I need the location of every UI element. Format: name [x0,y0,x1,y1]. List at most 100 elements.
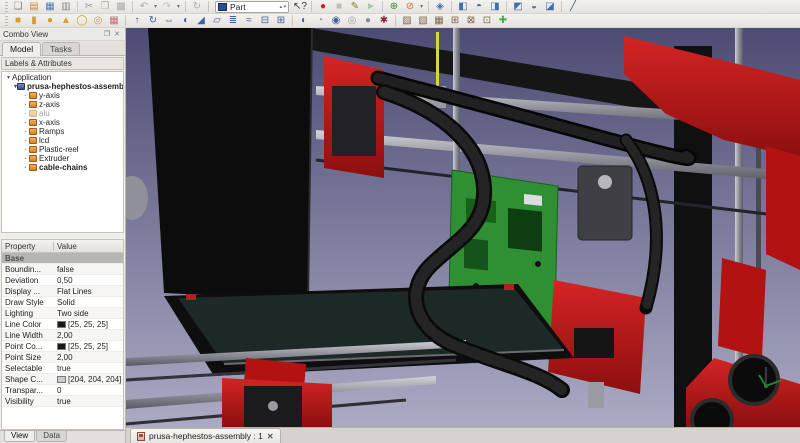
close-panel-icon[interactable]: ✕ [112,30,122,38]
3d-viewport[interactable] [126,28,800,427]
undo-icon[interactable]: ↶ [136,0,152,13]
sweep-icon[interactable]: ≈ [241,14,257,27]
property-value[interactable]: true [54,397,123,406]
redo-icon[interactable]: ↷ [159,0,175,13]
view-bottom-icon[interactable]: ◒ [526,0,542,13]
property-value[interactable]: [25, 25, 25] [54,320,123,329]
add-icon[interactable]: ✚ [495,14,511,27]
tab-data[interactable]: Data [36,431,67,442]
property-row[interactable]: Visibilitytrue [2,396,123,407]
draw-style-menu-icon[interactable]: ▾ [418,3,425,10]
view-right-icon[interactable]: ◨ [487,0,503,13]
view-rear-icon[interactable]: ◩ [510,0,526,13]
property-value[interactable]: 0 [54,386,123,395]
property-row[interactable]: Line Color[25, 25, 25] [2,319,123,330]
property-row[interactable]: Point Co...[25, 25, 25] [2,341,123,352]
tab-view[interactable]: View [4,431,35,442]
property-value[interactable]: Two side [54,309,123,318]
part-box-icon[interactable]: ■ [10,14,26,27]
tree-item-prusa-hephestos-assembly[interactable]: ▾prusa-hephestos-assembly [2,82,123,91]
property-row[interactable]: Selectabletrue [2,363,123,374]
fillet-icon[interactable]: ◖ [177,14,193,27]
expand-arrow-icon[interactable]: ▾ [5,74,12,81]
boolean-cut-icon[interactable]: ◔ [312,14,328,27]
tree-item-extruder[interactable]: ▪Extruder [2,154,123,163]
property-row[interactable]: Shape C...[204, 204, 204] [2,374,123,385]
part-torus-icon[interactable]: ◯ [74,14,90,27]
draw-style-icon[interactable]: ⊘ [402,0,418,13]
section-icon[interactable]: ⊟ [257,14,273,27]
part-sphere-icon[interactable]: ● [42,14,58,27]
tree-item-y-axis[interactable]: ▪y-axis [2,91,123,100]
redo-menu-icon[interactable]: ▾ [175,3,182,10]
cut-icon[interactable]: ✂ [81,0,97,13]
macro-play-icon[interactable]: ► [363,0,379,13]
save-icon[interactable]: ▦ [42,0,58,13]
join-embed-icon[interactable]: ▧ [415,14,431,27]
paste-icon[interactable]: ▩ [113,0,129,13]
property-row[interactable]: Deviation0,50 [2,275,123,286]
property-value[interactable]: 2,00 [54,353,123,362]
boolean-union-icon[interactable]: ◉ [328,14,344,27]
property-value[interactable]: [204, 204, 204] [54,375,123,384]
property-row[interactable]: Display ...Flat Lines [2,286,123,297]
view-top-icon[interactable]: ◓ [471,0,487,13]
property-value[interactable]: [25, 25, 25] [54,342,123,351]
macro-record-icon[interactable]: ● [315,0,331,13]
mirror-icon[interactable]: ⇔ [161,14,177,27]
revolve-icon[interactable]: ↻ [145,14,161,27]
property-value[interactable]: 2,00 [54,331,123,340]
property-row[interactable]: Line Width2,00 [2,330,123,341]
compsolid-icon[interactable]: ⊠ [463,14,479,27]
defeaturing-icon[interactable]: ✱ [376,14,392,27]
undo-menu-icon[interactable]: ▾ [152,3,159,10]
tree-item-cable-chains[interactable]: ▪cable-chains [2,163,123,172]
close-document-icon[interactable]: ✕ [267,432,274,441]
property-value[interactable]: Flat Lines [54,287,123,296]
ruled-surface-icon[interactable]: ▱ [209,14,225,27]
macro-stop-icon[interactable]: ■ [331,0,347,13]
document-tab[interactable]: prusa-hephestos-assembly : 1 ✕ [130,428,281,443]
tree-item-lcd[interactable]: ▪lcd [2,136,123,145]
join-connect-icon[interactable]: ▨ [399,14,415,27]
part-cylinder-icon[interactable]: ▮ [26,14,42,27]
tree-item-alu[interactable]: ▪alu [2,109,123,118]
shape-builder-icon[interactable]: ▦ [106,14,122,27]
refresh-icon[interactable]: ↻ [189,0,205,13]
property-value[interactable]: Solid [54,298,123,307]
view-left-icon[interactable]: ◪ [542,0,558,13]
boolean-common-icon[interactable]: ◎ [344,14,360,27]
property-row[interactable]: Draw StyleSolid [2,297,123,308]
boolean-icon[interactable]: ◐ [296,14,312,27]
whats-this-icon[interactable]: ↖? [292,0,308,13]
tab-tasks[interactable]: Tasks [42,42,80,55]
property-row[interactable]: Base [2,253,123,264]
tree-item-x-axis[interactable]: ▪x-axis [2,118,123,127]
compound-icon[interactable]: ⊞ [447,14,463,27]
copy-icon[interactable]: ❐ [97,0,113,13]
tree-item-z-axis[interactable]: ▪z-axis [2,100,123,109]
print-icon[interactable]: ▥ [58,0,74,13]
property-row[interactable]: LightingTwo side [2,308,123,319]
part-tube-icon[interactable]: ◎ [90,14,106,27]
float-panel-icon[interactable]: ❐ [102,30,112,38]
macro-edit-icon[interactable]: ✎ [347,0,363,13]
tree-item-ramps[interactable]: ▪Ramps [2,127,123,136]
connect-icon[interactable]: ● [360,14,376,27]
zoom-fit-all-icon[interactable]: ⊕ [386,0,402,13]
new-file-icon[interactable]: ❏ [10,0,26,13]
measure-icon[interactable]: ╱ [565,0,581,13]
open-folder-icon[interactable]: ▤ [26,0,42,13]
property-value[interactable]: 0,50 [54,276,123,285]
loft-icon[interactable]: ≣ [225,14,241,27]
join-cutout-icon[interactable]: ▦ [431,14,447,27]
tree-item-plastic-reel[interactable]: ▪Plastic-reel [2,145,123,154]
view-axonometric-icon[interactable]: ◈ [432,0,448,13]
chamfer-icon[interactable]: ◢ [193,14,209,27]
property-row[interactable]: Boundin...false [2,264,123,275]
toolbar-handle[interactable] [5,2,8,12]
tree-item-application[interactable]: ▾Application [2,73,123,82]
workbench-selector[interactable]: Part▴ ▾ [215,1,289,13]
toolbar-handle[interactable] [5,16,8,26]
explode-compound-icon[interactable]: ⊡ [479,14,495,27]
